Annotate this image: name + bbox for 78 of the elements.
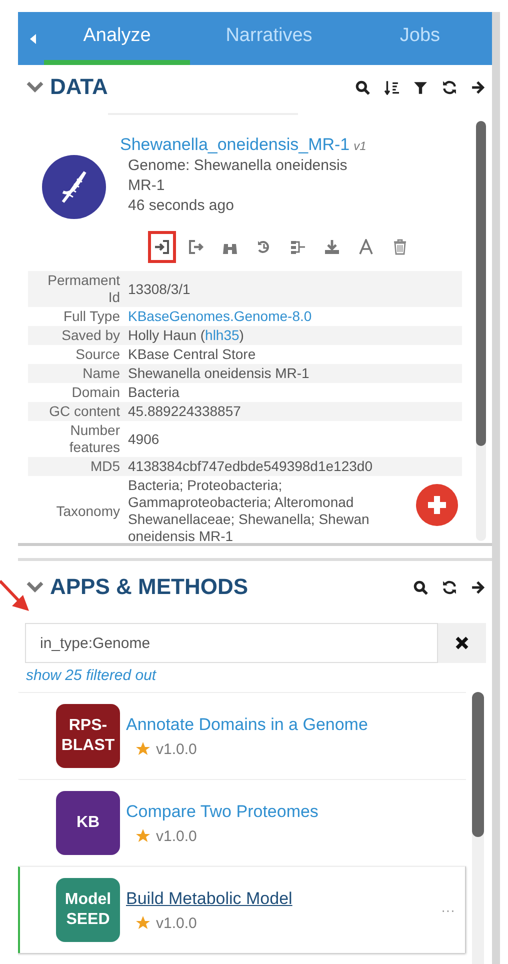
filter-icon[interactable] <box>413 80 428 94</box>
tree-icon <box>290 239 306 255</box>
object-type: MR-1 <box>127 176 166 196</box>
object-type: Genome: Shewanella oneidensis <box>127 156 348 176</box>
app-item[interactable]: Model SEED Build Metabolic Model v1.0.0 ··· <box>18 866 466 953</box>
field-value: Shewanella oneidensis MR-1 <box>128 365 310 381</box>
field-label: Full Type <box>62 307 121 326</box>
arrow-right-icon[interactable] <box>471 80 486 94</box>
arrow-annotation <box>0 580 30 612</box>
field-label: MD5 <box>89 457 121 476</box>
timestamp: 46 seconds ago <box>127 196 235 216</box>
star-icon <box>136 916 150 930</box>
back-arrow-icon[interactable] <box>30 34 36 44</box>
download-icon <box>324 239 340 255</box>
tab[interactable]: Narratives <box>190 12 348 65</box>
app-item[interactable]: RPS- BLAST Annotate Domains in a Genome v1.0.0 <box>18 692 466 779</box>
refresh-icon[interactable] <box>442 580 457 594</box>
field-label: Source <box>74 345 121 364</box>
close-icon <box>455 636 469 650</box>
version-label: v1.0.0 <box>156 914 197 932</box>
app-title-link[interactable]: Compare Two Proteomes <box>126 802 318 822</box>
field-value: Shewanellaceae; Shewanella; Shewan <box>128 511 370 528</box>
logo-text: SEED <box>66 910 110 930</box>
user-link[interactable]: hlh35 <box>205 327 240 343</box>
filter-input[interactable]: in_type:Genome <box>25 623 438 663</box>
app-title-link[interactable]: Build Metabolic Model <box>126 888 292 908</box>
refresh-icon[interactable] <box>442 80 457 94</box>
version-label: v1 <box>354 138 366 155</box>
show-filtered-link[interactable]: show 25 filtered out <box>26 667 156 684</box>
field-label: Name <box>82 364 121 383</box>
more-menu-button[interactable]: ··· <box>441 902 455 918</box>
field-label: Domain <box>70 383 121 402</box>
sort-icon[interactable] <box>384 80 399 94</box>
field-value: 4138384cbf747edbde549398d1e123d0 <box>128 458 372 474</box>
section-title: APPS & METHODS <box>50 574 248 600</box>
field-value: Bacteria <box>128 384 180 400</box>
field-label: Number features <box>68 421 121 457</box>
field-label: Taxonomy <box>55 502 121 520</box>
field-label: Permament Id <box>46 271 121 307</box>
plus-icon <box>426 494 448 516</box>
trash-icon <box>392 239 408 255</box>
field-value-link[interactable]: KBaseGenomes.Genome-8.0 <box>128 308 312 324</box>
star-icon <box>136 742 150 756</box>
clear-button[interactable] <box>438 623 486 663</box>
arrow-right-icon[interactable] <box>471 580 486 594</box>
logo-text: BLAST <box>61 736 115 756</box>
section-title: DATA <box>50 74 108 100</box>
action-button[interactable] <box>148 231 176 263</box>
app-item[interactable]: KB Compare Two Proteomes v1.0.0 <box>18 779 466 866</box>
version-label: v1.0.0 <box>156 828 197 844</box>
add-button[interactable] <box>416 484 458 526</box>
import-icon <box>154 239 170 255</box>
field-value: 45.889224338857 <box>128 403 241 419</box>
tab[interactable]: Analyze <box>44 12 190 65</box>
field-value: Holly Haun (hlh35) <box>128 327 244 343</box>
version-label: v1.0.0 <box>156 740 197 758</box>
field-value: 4906 <box>128 430 160 446</box>
font-icon <box>358 239 374 255</box>
search-icon[interactable] <box>355 80 370 94</box>
field-value: Gammaproteobacteria; Alteromonad <box>128 494 354 511</box>
field-value: 13308/3/1 <box>128 280 190 296</box>
tab[interactable]: Jobs <box>348 12 492 65</box>
logo-text: KB <box>76 813 100 833</box>
object-name-link[interactable]: Shewanella_oneidensis_MR-1 <box>120 135 350 155</box>
logo-text: Model <box>64 890 112 910</box>
field-value: oneidensis MR-1 <box>128 528 234 543</box>
field-label: GC content <box>48 402 121 421</box>
chevron-icon[interactable] <box>26 80 44 94</box>
chevron-icon[interactable] <box>26 580 44 594</box>
logo-text: RPS- <box>68 716 108 736</box>
history-icon <box>256 239 272 255</box>
export-icon <box>188 239 204 255</box>
field-value: Bacteria; Proteobacteria; <box>128 477 282 494</box>
search-icon[interactable] <box>413 580 428 594</box>
field-value: KBase Central Store <box>128 346 256 362</box>
app-title-link[interactable]: Annotate Domains in a Genome <box>126 714 368 734</box>
star-icon <box>136 829 150 843</box>
field-label: Saved by <box>60 326 121 345</box>
